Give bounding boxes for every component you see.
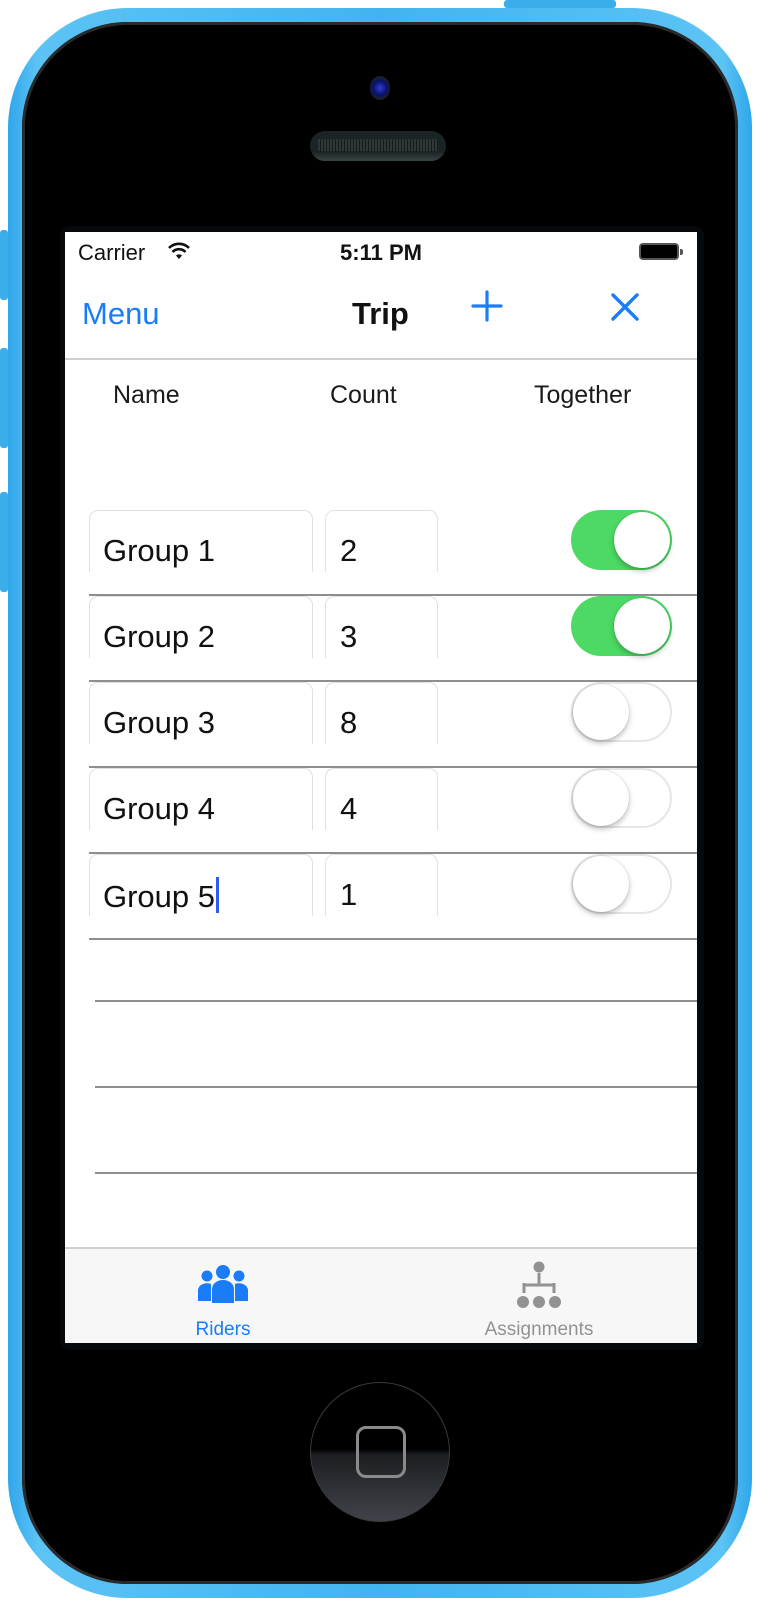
group-count-value: 4 <box>340 791 358 826</box>
group-count-field[interactable]: 2 <box>325 510 438 572</box>
together-toggle[interactable] <box>571 596 672 656</box>
group-count-field[interactable]: 8 <box>325 682 438 744</box>
group-name-field[interactable]: Group 1 <box>89 510 313 572</box>
together-toggle[interactable] <box>571 682 672 742</box>
group-count-field[interactable]: 1 <box>325 854 438 916</box>
empty-row-separator <box>95 1000 697 1002</box>
toggle-knob <box>573 856 629 912</box>
front-camera <box>370 76 390 100</box>
tab-riders-label: Riders <box>195 1319 251 1340</box>
tab-riders[interactable]: Riders <box>65 1249 381 1343</box>
app-screen: Carrier 5:11 PM Menu Trip Name Count Tog… <box>65 232 697 1343</box>
group-count-value: 3 <box>340 619 358 654</box>
table-row: Group 4 4 <box>65 768 697 854</box>
hierarchy-icon <box>517 1261 561 1308</box>
toggle-knob <box>614 512 670 568</box>
tab-bar: Riders Assignments <box>65 1247 697 1343</box>
group-name-field[interactable]: Group 2 <box>89 596 313 658</box>
group-name-value: Group 5 <box>103 879 216 914</box>
toggle-knob <box>614 598 670 654</box>
menu-button[interactable]: Menu <box>82 296 160 332</box>
tab-assignments-label: Assignments <box>484 1319 594 1340</box>
group-name-field[interactable]: Group 5 <box>89 854 313 916</box>
group-name-value: Group 2 <box>103 619 216 654</box>
toggle-knob <box>573 684 629 740</box>
tab-assignments[interactable]: Assignments <box>381 1249 697 1343</box>
volume-up-button <box>0 348 8 448</box>
group-count-field[interactable]: 4 <box>325 768 438 830</box>
mute-switch <box>0 230 8 300</box>
table-row: Group 5 1 <box>65 854 697 940</box>
home-button[interactable] <box>310 1382 450 1522</box>
row-separator <box>89 938 697 940</box>
column-header-name: Name <box>113 381 180 409</box>
home-square-icon <box>356 1426 406 1478</box>
group-count-value: 1 <box>340 877 358 912</box>
table-row: Group 1 2 <box>65 510 697 596</box>
battery-full-icon <box>639 243 683 260</box>
empty-row-separator <box>95 1086 697 1088</box>
group-name-value: Group 4 <box>103 791 216 826</box>
volume-down-button <box>0 492 8 592</box>
column-header-together: Together <box>534 381 632 409</box>
group-name-field[interactable]: Group 3 <box>89 682 313 744</box>
together-toggle[interactable] <box>571 510 672 570</box>
status-time: 5:11 PM <box>340 240 422 265</box>
plus-icon[interactable] <box>469 288 505 324</box>
group-count-field[interactable]: 3 <box>325 596 438 658</box>
status-bar: Carrier 5:11 PM <box>65 232 697 272</box>
earpiece-speaker <box>310 131 446 161</box>
group-name-field[interactable]: Group 4 <box>89 768 313 830</box>
empty-row-separator <box>95 1172 697 1174</box>
toggle-knob <box>573 770 629 826</box>
power-button <box>504 0 616 8</box>
text-cursor <box>216 877 220 913</box>
people-group-icon <box>198 1265 248 1303</box>
together-toggle[interactable] <box>571 854 672 914</box>
page-title: Trip <box>352 296 409 331</box>
column-header-count: Count <box>330 381 397 409</box>
group-name-value: Group 1 <box>103 533 216 568</box>
table-row: Group 2 3 <box>65 596 697 682</box>
group-count-value: 8 <box>340 705 358 740</box>
group-count-value: 2 <box>340 533 358 568</box>
together-toggle[interactable] <box>571 768 672 828</box>
table-row: Group 3 8 <box>65 682 697 768</box>
group-name-value: Group 3 <box>103 705 216 740</box>
close-x-icon[interactable] <box>608 290 642 324</box>
navigation-bar: Menu Trip <box>65 272 697 360</box>
